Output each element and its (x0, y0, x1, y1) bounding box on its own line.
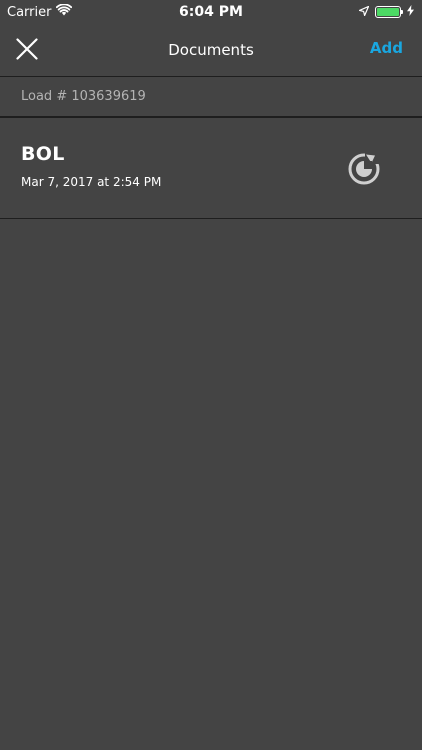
charging-bolt-icon (407, 4, 414, 20)
close-button[interactable] (14, 36, 40, 62)
status-bar: Carrier 6:04 PM (0, 0, 422, 24)
page-title: Documents (168, 41, 254, 59)
row-divider (0, 218, 422, 219)
battery-icon (375, 6, 403, 18)
battery-level (377, 8, 399, 16)
carrier-label: Carrier (7, 4, 52, 20)
document-title: BOL (21, 143, 65, 165)
status-left: Carrier (7, 3, 73, 20)
location-arrow-icon (358, 5, 370, 20)
nav-bar: Documents Add (0, 24, 422, 76)
wifi-icon (56, 3, 73, 20)
load-number: Load # 103639619 (21, 89, 146, 104)
add-button[interactable]: Add (370, 39, 403, 57)
documents-screen: Carrier 6:04 PM Documents Add Load # 103… (0, 0, 422, 750)
close-icon (16, 38, 38, 60)
document-date: Mar 7, 2017 at 2:54 PM (21, 175, 162, 189)
status-right (358, 4, 414, 20)
sync-pending-icon (347, 150, 383, 186)
document-row[interactable]: BOL Mar 7, 2017 at 2:54 PM (0, 118, 422, 218)
